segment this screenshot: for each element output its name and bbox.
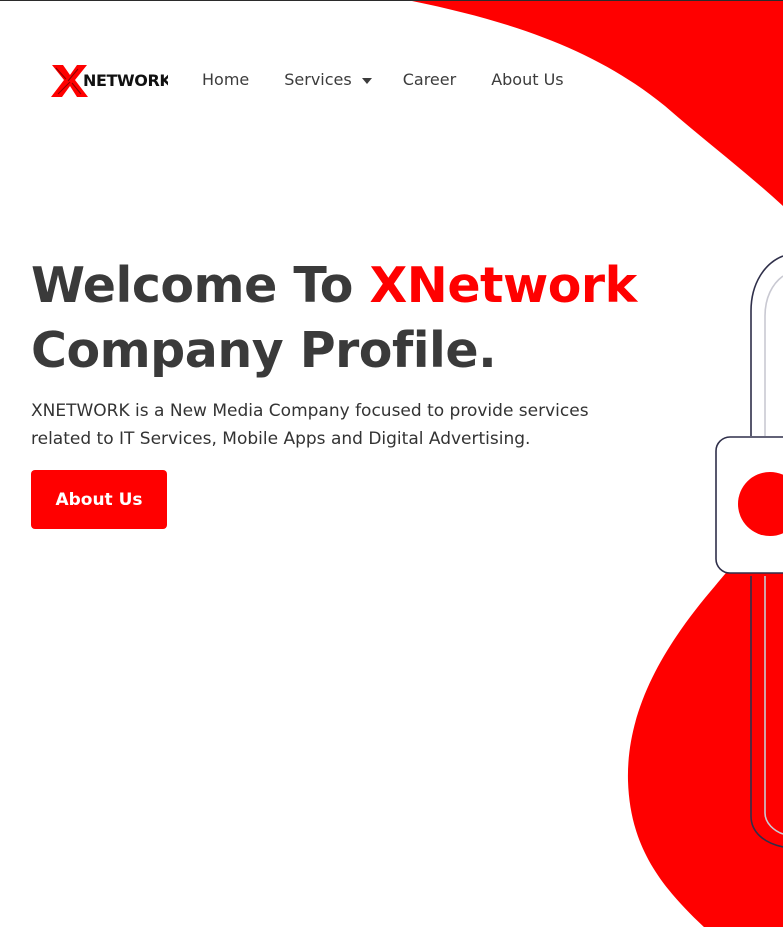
padlock-keyhole-shape: [738, 472, 783, 536]
nav-item-label: About Us: [491, 70, 564, 89]
caret-down-icon[interactable]: [361, 77, 372, 84]
nav-item-label: Services: [284, 70, 352, 89]
page: NETWORK Home Services Career About Us We…: [0, 0, 783, 927]
nav-item-label: Career: [402, 70, 457, 89]
bottom-right-blob-shape: [627, 521, 783, 927]
hero-section: Welcome To XNetwork Company Profile. XNET…: [31, 253, 651, 453]
main-nav: Home Services Career About Us: [202, 68, 564, 92]
site-header: NETWORK Home Services Career About Us: [0, 1, 783, 161]
nav-item-services[interactable]: Services: [284, 68, 372, 92]
nav-item-label: Home: [202, 70, 250, 89]
padlock-icon: [715, 255, 783, 848]
nav-item-about-us[interactable]: About Us: [491, 68, 563, 92]
hero-title-accent: XNetwork: [369, 257, 638, 314]
nav-item-home[interactable]: Home: [202, 68, 249, 92]
nav-item-career[interactable]: Career: [403, 68, 456, 92]
svg-text:NETWORK: NETWORK: [83, 71, 168, 90]
hero-title-part1: Welcome To: [31, 257, 370, 314]
hero-title: Welcome To XNetwork Company Profile.: [31, 253, 651, 383]
hero-title-part2: Company Profile.: [31, 322, 497, 379]
about-us-button[interactable]: About Us: [31, 470, 167, 529]
xnetwork-logo-icon: NETWORK: [51, 65, 168, 97]
hero-description: XNETWORK is a New Media Company focused …: [31, 401, 589, 449]
brand-logo[interactable]: NETWORK: [50, 63, 168, 99]
